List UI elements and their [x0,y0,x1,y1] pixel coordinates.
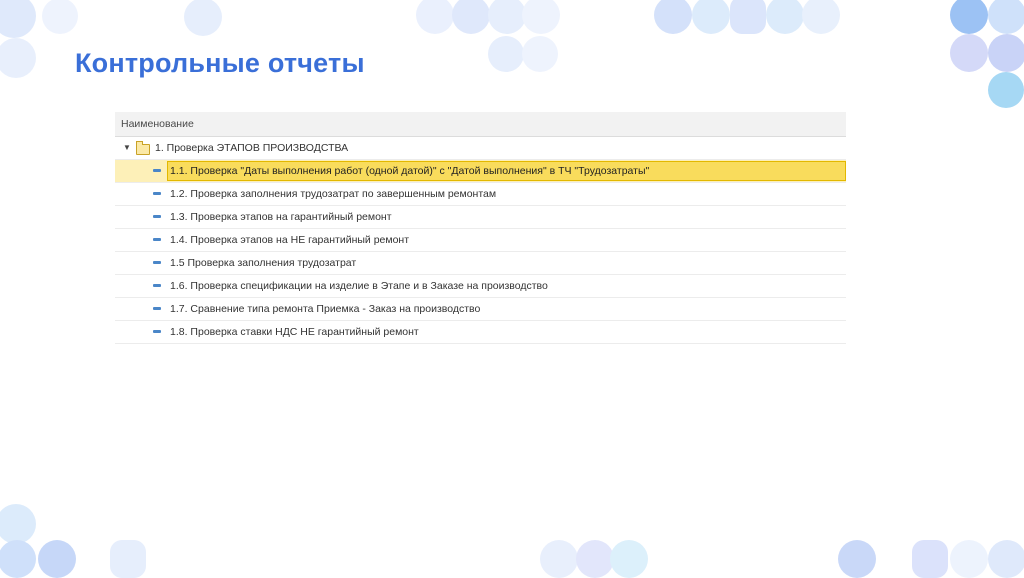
decor-circle [988,34,1024,72]
decor-circle [610,540,648,578]
tree-item-label: 1.5 Проверка заполнения трудозатрат [170,257,357,269]
tree-item-row[interactable]: 1.2. Проверка заполнения трудозатрат по … [115,183,846,206]
tree-item-row[interactable]: 1.4. Проверка этапов на НЕ гарантийный р… [115,229,846,252]
tree-item-row[interactable]: 1.7. Сравнение типа ремонта Приемка - За… [115,298,846,321]
report-item-icon [153,261,161,264]
decor-square [110,540,146,578]
tree-item-row[interactable]: 1.1. Проверка "Даты выполнения работ (од… [115,160,846,183]
tree-item-label: 1.2. Проверка заполнения трудозатрат по … [170,188,497,200]
folder-icon [136,141,150,155]
tree-item-row[interactable]: 1.3. Проверка этапов на гарантийный ремо… [115,206,846,229]
decor-circle [488,36,524,72]
tree-item-row[interactable]: 1.8. Проверка ставки НДС НЕ гарантийный … [115,321,846,344]
decor-circle [838,540,876,578]
decor-circle [488,0,526,34]
column-header-name[interactable]: Наименование [115,112,846,137]
decor-circle [988,72,1024,108]
decor-circle [38,540,76,578]
decor-circle [0,38,36,78]
tree-item-label: 1.3. Проверка этапов на гарантийный ремо… [170,211,392,223]
tree-item-label: 1.4. Проверка этапов на НЕ гарантийный р… [170,234,410,246]
decor-circle [42,0,78,34]
report-item-icon [153,330,161,333]
decor-square [912,540,948,578]
report-item-icon [153,192,161,195]
decor-circle [950,0,988,34]
decor-circle [802,0,840,34]
decor-circle [654,0,692,34]
decor-circle [522,36,558,72]
decor-circle [522,0,560,34]
decor-circle [0,504,36,544]
tree-item-row[interactable]: 1.5 Проверка заполнения трудозатрат [115,252,846,275]
decor-circle [416,0,454,34]
report-item-icon [153,215,161,218]
decor-circle [988,540,1024,578]
tree-item-row[interactable]: 1.6. Проверка спецификации на изделие в … [115,275,846,298]
decor-circle [576,540,614,578]
decor-circle [950,34,988,72]
report-item-icon [153,284,161,287]
report-tree: Наименование ▼ 1. Проверка ЭТАПОВ ПРОИЗВ… [115,112,846,344]
tree-item-label: 1.6. Проверка спецификации на изделие в … [170,280,548,292]
expand-triangle-icon[interactable]: ▼ [123,137,131,159]
decor-circle [452,0,490,34]
decor-circle [988,0,1024,34]
report-item-icon [153,307,161,310]
decor-square [730,0,766,34]
report-item-icon [153,238,161,241]
decor-circle [540,540,578,578]
page-title: Контрольные отчеты [75,48,365,78]
decor-circle [766,0,804,34]
tree-item-label: 1.1. Проверка "Даты выполнения работ (од… [170,165,650,177]
decor-circle [950,540,988,578]
decor-circle [0,540,36,578]
tree-group-label: 1. Проверка ЭТАПОВ ПРОИЗВОДСТВА [155,142,349,154]
decor-circle [184,0,222,36]
decor-circle [692,0,730,34]
report-item-icon [153,169,161,172]
decor-circle [0,0,36,38]
tree-group-row[interactable]: ▼ 1. Проверка ЭТАПОВ ПРОИЗВОДСТВА [115,137,846,160]
tree-item-label: 1.8. Проверка ставки НДС НЕ гарантийный … [170,326,419,338]
tree-item-label: 1.7. Сравнение типа ремонта Приемка - За… [170,303,481,315]
